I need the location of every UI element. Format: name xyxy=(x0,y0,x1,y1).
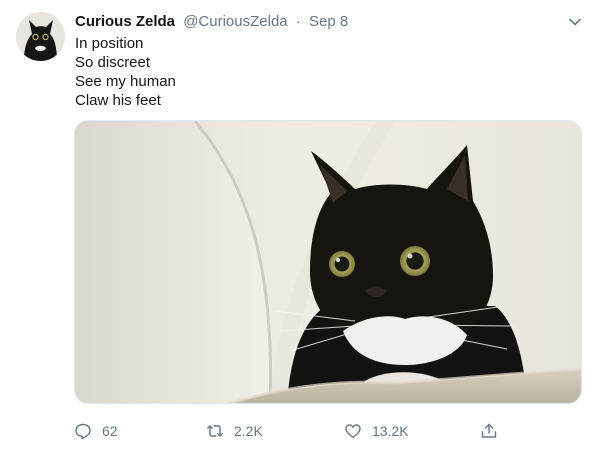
reply-icon xyxy=(75,423,91,440)
tweet-text-line: Claw his feet xyxy=(75,92,161,109)
tweet-text-line: So discreet xyxy=(75,54,151,71)
tweet: Curious Zelda @CuriousZelda · Sep 8 In p… xyxy=(0,0,600,451)
chevron-down-icon[interactable] xyxy=(566,13,584,31)
reply-count: 62 xyxy=(102,423,118,439)
heart-icon xyxy=(345,424,361,439)
tweet-text-line: See my human xyxy=(75,73,176,90)
reply-button[interactable]: 62 xyxy=(74,420,118,442)
like-count: 13.2K xyxy=(372,423,409,439)
tweet-actions: 62 2.2K 13.2K xyxy=(74,420,504,442)
author-name[interactable]: Curious Zelda xyxy=(75,13,175,30)
share-button[interactable] xyxy=(480,420,498,442)
tweet-header: Curious Zelda @CuriousZelda · Sep 8 xyxy=(75,13,348,31)
avatar-image xyxy=(16,12,65,61)
retweet-button[interactable]: 2.2K xyxy=(206,420,263,442)
retweet-count: 2.2K xyxy=(234,423,263,439)
cat-photo xyxy=(75,121,581,403)
separator-dot: · xyxy=(295,13,301,30)
tweet-date[interactable]: Sep 8 xyxy=(309,13,348,30)
tweet-photo[interactable] xyxy=(74,120,582,404)
tweet-text-line: In position xyxy=(75,35,144,52)
share-icon xyxy=(481,423,497,438)
avatar[interactable] xyxy=(16,12,65,61)
author-handle[interactable]: @CuriousZelda xyxy=(183,13,287,30)
tweet-text: In position So discreet See my human Cla… xyxy=(75,34,176,110)
retweet-icon xyxy=(207,425,223,437)
like-button[interactable]: 13.2K xyxy=(344,420,409,442)
